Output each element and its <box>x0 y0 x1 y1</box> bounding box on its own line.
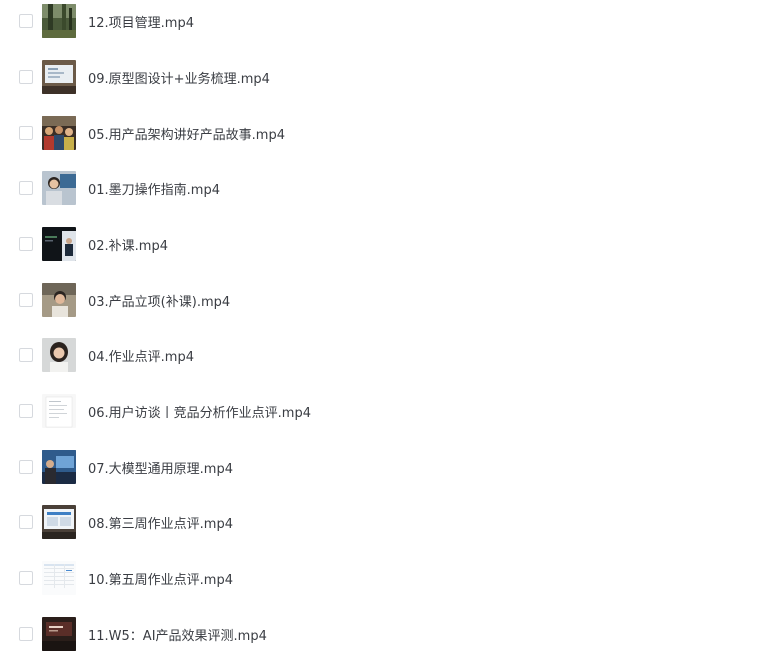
file-name[interactable]: 12.项目管理.mp4 <box>88 12 194 31</box>
file-name[interactable]: 10.第五周作业点评.mp4 <box>88 569 233 588</box>
list-item[interactable]: 10.第五周作业点评.mp4 <box>0 550 768 606</box>
file-name[interactable]: 09.原型图设计+业务梳理.mp4 <box>88 68 270 87</box>
file-name[interactable]: 11.W5：AI产品效果评测.mp4 <box>88 625 267 644</box>
list-item[interactable]: 11.W5：AI产品效果评测.mp4 <box>0 606 768 662</box>
dark-presentation-thumbnail[interactable] <box>42 617 76 651</box>
woman-speaker-thumbnail[interactable] <box>42 171 76 205</box>
select-checkbox[interactable] <box>19 70 33 84</box>
list-item[interactable]: 03.产品立项(补课).mp4 <box>0 272 768 328</box>
woman-portrait-thumbnail[interactable] <box>42 338 76 372</box>
select-checkbox[interactable] <box>19 237 33 251</box>
list-item[interactable]: 08.第三周作业点评.mp4 <box>0 494 768 550</box>
file-name[interactable]: 01.墨刀操作指南.mp4 <box>88 179 220 198</box>
select-checkbox[interactable] <box>19 404 33 418</box>
file-name[interactable]: 08.第三周作业点评.mp4 <box>88 513 233 532</box>
list-item[interactable]: 09.原型图设计+业务梳理.mp4 <box>0 49 768 105</box>
select-checkbox[interactable] <box>19 460 33 474</box>
select-checkbox[interactable] <box>19 571 33 585</box>
blue-slide-speaker-thumbnail[interactable] <box>42 450 76 484</box>
list-item[interactable]: 01.墨刀操作指南.mp4 <box>0 160 768 216</box>
speaker-indoor-thumbnail[interactable] <box>42 283 76 317</box>
dark-slide-speaker-thumbnail[interactable] <box>42 227 76 261</box>
select-checkbox[interactable] <box>19 181 33 195</box>
select-checkbox[interactable] <box>19 14 33 28</box>
list-item[interactable]: 04.作业点评.mp4 <box>0 327 768 383</box>
file-name[interactable]: 03.产品立项(补课).mp4 <box>88 291 230 310</box>
screen-slide-thumbnail[interactable] <box>42 505 76 539</box>
list-item[interactable]: 06.用户访谈丨竞品分析作业点评.mp4 <box>0 383 768 439</box>
select-checkbox[interactable] <box>19 627 33 641</box>
file-name[interactable]: 05.用产品架构讲好产品故事.mp4 <box>88 124 285 143</box>
select-checkbox[interactable] <box>19 293 33 307</box>
file-list: 12.项目管理.mp4 09.原型图设计+业务梳理.mp4 05.用产品架构讲好… <box>0 0 768 670</box>
spreadsheet-thumbnail[interactable] <box>42 561 76 595</box>
select-checkbox[interactable] <box>19 515 33 529</box>
list-item[interactable]: 07.大模型通用原理.mp4 <box>0 439 768 495</box>
crowd-scene-thumbnail[interactable] <box>42 116 76 150</box>
file-name[interactable]: 06.用户访谈丨竞品分析作业点评.mp4 <box>88 402 311 421</box>
forest-scene-thumbnail[interactable] <box>42 4 76 38</box>
select-checkbox[interactable] <box>19 348 33 362</box>
list-item[interactable]: 05.用产品架构讲好产品故事.mp4 <box>0 105 768 161</box>
whiteboard-screen-thumbnail[interactable] <box>42 60 76 94</box>
select-checkbox[interactable] <box>19 126 33 140</box>
file-name[interactable]: 07.大模型通用原理.mp4 <box>88 458 233 477</box>
file-name[interactable]: 02.补课.mp4 <box>88 235 168 254</box>
file-name[interactable]: 04.作业点评.mp4 <box>88 346 194 365</box>
list-item[interactable]: 02.补课.mp4 <box>0 216 768 272</box>
document-page-thumbnail[interactable] <box>42 394 76 428</box>
list-item[interactable]: 12.项目管理.mp4 <box>0 0 768 49</box>
